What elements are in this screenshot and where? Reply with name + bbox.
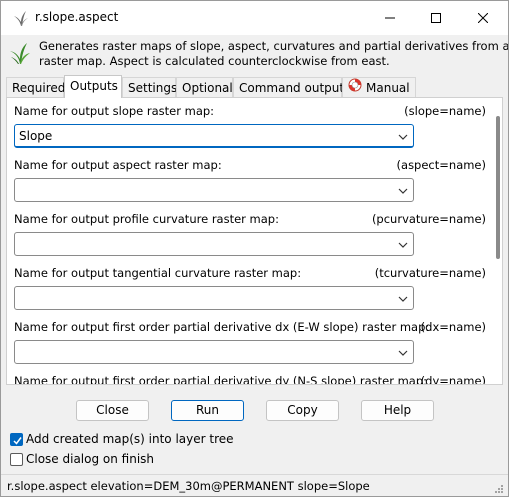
outputs-panel: Name for output slope raster map: (slope… [6, 97, 503, 385]
help-button[interactable]: Help [361, 400, 434, 421]
close-on-finish-label: Close dialog on finish [26, 452, 155, 466]
slope-field-key: (slope=name) [404, 104, 486, 118]
chevron-down-icon[interactable] [397, 347, 409, 357]
chevron-down-icon[interactable] [397, 293, 409, 303]
command-preview: r.slope.aspect elevation=DEM_30m@PERMANE… [7, 479, 370, 493]
dy-field-key: (dy=name) [420, 374, 486, 385]
button-row: Close Run Copy Help [1, 400, 508, 421]
minimize-button[interactable] [367, 1, 413, 35]
tcurvature-combobox[interactable] [14, 286, 414, 310]
vertical-scrollbar[interactable] [496, 116, 500, 259]
aspect-combobox[interactable] [14, 178, 414, 202]
description-line-1: Generates raster maps of slope, aspect, … [39, 39, 508, 53]
aspect-field-key: (aspect=name) [396, 158, 486, 172]
tab-required[interactable]: Required [6, 77, 65, 97]
copy-button[interactable]: Copy [266, 400, 339, 421]
checkbox-unchecked[interactable] [10, 453, 23, 466]
tab-bar: Required Outputs Settings Optional Comma… [6, 75, 506, 98]
tab-settings[interactable]: Settings [122, 77, 177, 97]
tab-optional[interactable]: Optional [176, 77, 233, 97]
chevron-down-icon[interactable] [397, 239, 409, 249]
description-line-2: raster map. Aspect is calculated counter… [39, 54, 390, 68]
tab-manual[interactable]: Manual [342, 77, 416, 97]
add-to-layer-tree-label: Add created map(s) into layer tree [26, 432, 234, 446]
close-on-finish-checkbox[interactable]: Close dialog on finish [10, 452, 310, 468]
module-description: Generates raster maps of slope, aspect, … [1, 35, 508, 75]
resize-grip-icon[interactable] [494, 483, 504, 493]
dx-field-key: (dx=name) [420, 320, 486, 334]
aspect-field-label: Name for output aspect raster map: [14, 158, 222, 172]
slope-field-label: Name for output slope raster map: [14, 104, 215, 118]
add-to-layer-tree-checkbox[interactable]: Add created map(s) into layer tree [10, 432, 310, 448]
tab-command-output[interactable]: Command output [233, 77, 344, 97]
dy-field-label: Name for output first order partial deri… [14, 374, 428, 385]
slope-combobox[interactable]: Slope [14, 124, 414, 148]
tcurvature-field-label: Name for output tangential curvature ras… [14, 266, 302, 280]
title-bar[interactable]: r.slope.aspect [1, 1, 508, 35]
grass-logo-icon [8, 41, 32, 65]
close-button[interactable]: Close [76, 400, 149, 421]
lifebuoy-icon [348, 78, 362, 98]
checkbox-checked[interactable] [10, 433, 23, 446]
tab-outputs[interactable]: Outputs [64, 75, 122, 98]
slope-combobox-value: Slope [19, 129, 53, 143]
window-title: r.slope.aspect [35, 10, 119, 24]
chevron-down-icon[interactable] [397, 185, 409, 195]
run-button[interactable]: Run [171, 400, 244, 421]
pcurvature-field-label: Name for output profile curvature raster… [14, 212, 279, 226]
dx-field-label: Name for output first order partial deri… [14, 320, 430, 334]
close-window-button[interactable] [460, 1, 506, 35]
maximize-button[interactable] [413, 1, 459, 35]
grass-leaf-icon [12, 9, 30, 27]
pcurvature-field-key: (pcurvature=name) [371, 212, 486, 226]
dx-combobox[interactable] [14, 340, 414, 364]
tcurvature-field-key: (tcurvature=name) [374, 266, 486, 280]
status-bar: r.slope.aspect elevation=DEM_30m@PERMANE… [1, 474, 508, 496]
pcurvature-combobox[interactable] [14, 232, 414, 256]
dialog-window: r.slope.aspect Generates raster maps of … [0, 0, 509, 497]
chevron-down-icon[interactable] [397, 131, 409, 141]
